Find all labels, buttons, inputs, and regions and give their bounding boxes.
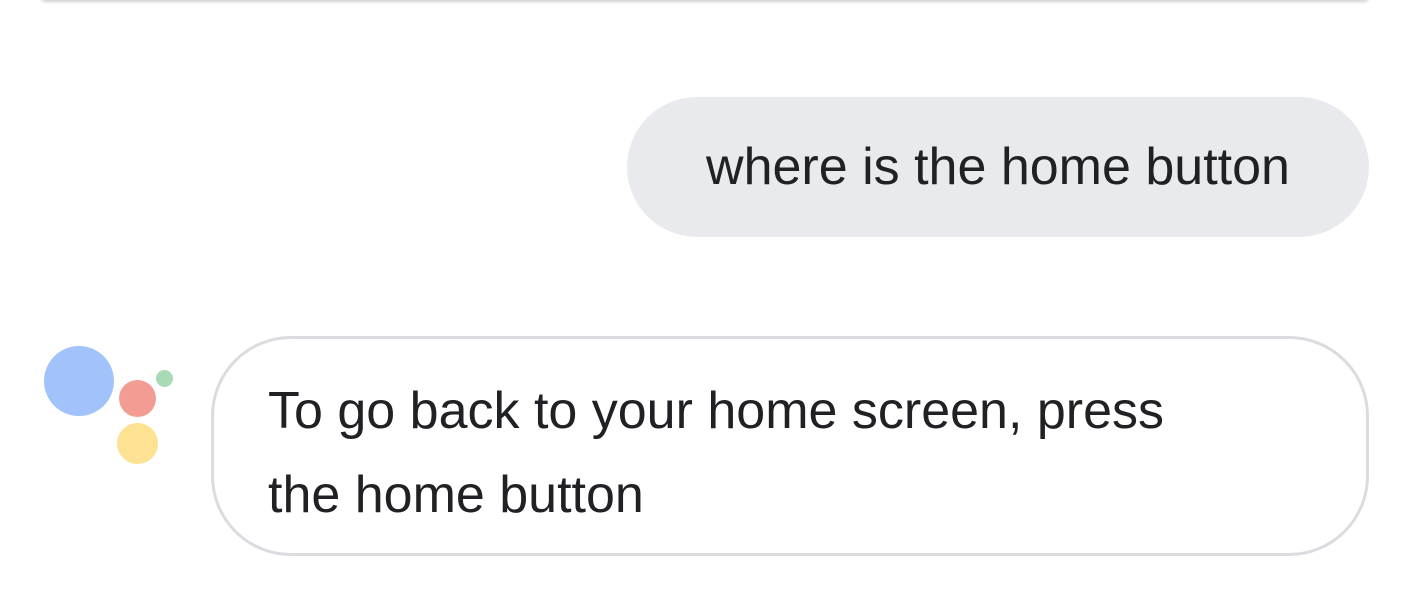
logo-dot-yellow bbox=[117, 423, 158, 464]
logo-dot-red bbox=[119, 380, 156, 417]
logo-dot-blue bbox=[44, 346, 114, 416]
assistant-reply-text: To go back to your home screen, press th… bbox=[268, 382, 1165, 524]
logo-dot-green bbox=[156, 370, 173, 387]
assistant-logo-icon bbox=[40, 342, 180, 472]
assistant-reply-bubble: To go back to your home screen, press th… bbox=[211, 336, 1369, 556]
assistant-conversation: where is the home button To go back to y… bbox=[0, 0, 1420, 594]
user-query-text: where is the home button bbox=[706, 138, 1290, 196]
user-query-bubble: where is the home button bbox=[627, 97, 1369, 237]
